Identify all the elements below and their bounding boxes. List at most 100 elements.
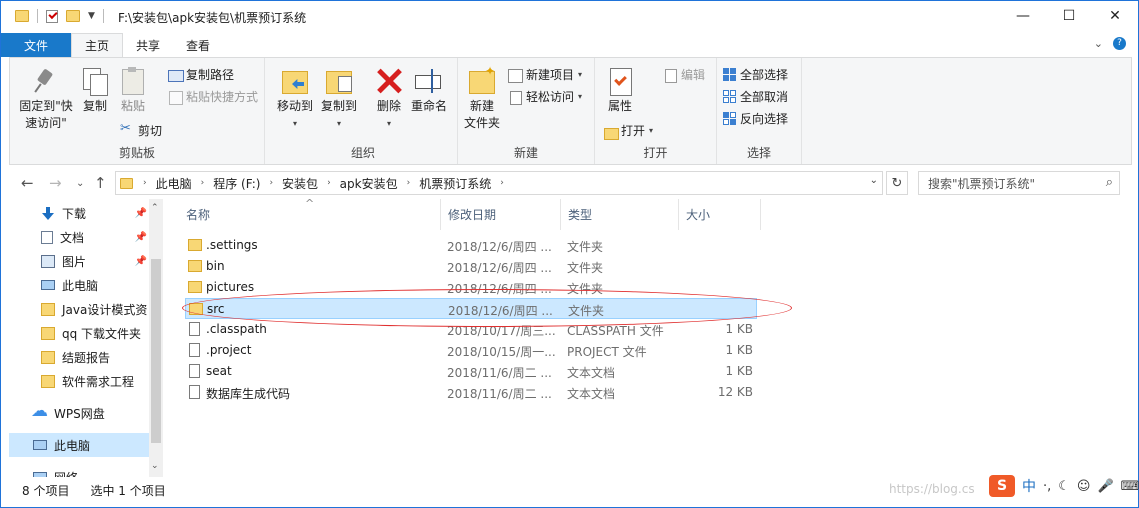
tab-file[interactable]: 文件 bbox=[1, 33, 71, 57]
chevron-right-icon[interactable]: › bbox=[407, 178, 411, 188]
edit-icon bbox=[663, 68, 677, 83]
search-icon: ⌕ bbox=[1105, 175, 1113, 190]
breadcrumb-this-pc[interactable]: 此电脑 bbox=[156, 175, 192, 192]
select-all-button[interactable]: 全部选择 bbox=[723, 66, 788, 83]
scroll-up-arrow-icon[interactable]: ⌃ bbox=[151, 203, 159, 213]
scrollbar-thumb[interactable] bbox=[151, 259, 161, 443]
organize-group-label: 组织 bbox=[350, 146, 375, 160]
help-icon[interactable]: ? bbox=[1113, 37, 1126, 50]
open-button[interactable]: 打开 ▾ bbox=[603, 122, 653, 140]
item-count: 8 个项目 bbox=[22, 483, 70, 498]
new-folder-quick-icon[interactable] bbox=[66, 10, 80, 22]
microphone-icon[interactable]: 🎤 bbox=[1097, 479, 1113, 494]
back-arrow-icon[interactable]: ← bbox=[21, 174, 34, 192]
nav-item-wps-drive[interactable]: WPS网盘 bbox=[9, 401, 149, 425]
ribbon-collapse-chevron-icon[interactable]: ⌄ bbox=[1094, 37, 1103, 50]
copy-button[interactable]: 复制 bbox=[78, 66, 112, 115]
pin-quick-access-button[interactable]: 固定到"快速访问" bbox=[16, 66, 76, 132]
properties-quick-icon[interactable] bbox=[46, 9, 58, 23]
table-row[interactable]: bin 2018/12/6/周四 ... 文件夹 bbox=[185, 256, 757, 277]
address-bar[interactable]: › 此电脑 › 程序 (F:) › 安装包 › apk安装包 › 机票预订系统 … bbox=[115, 171, 883, 195]
document-icon bbox=[41, 230, 53, 244]
sogou-logo-icon[interactable]: S bbox=[989, 475, 1015, 497]
pin-icon[interactable]: 📌 bbox=[135, 232, 147, 243]
easy-access-button[interactable]: 轻松访问 ▾ bbox=[508, 88, 582, 105]
select-none-button[interactable]: 全部取消 bbox=[723, 88, 788, 105]
moon-icon[interactable]: ☾ bbox=[1058, 479, 1070, 494]
select-group-label: 选择 bbox=[746, 146, 771, 160]
navigation-pane: 下载 📌 文档 📌 图片 📌 此电脑 Java设计模式资 qq 下载文件夹 结题… bbox=[9, 199, 161, 477]
nav-item-downloads[interactable]: 下载 📌 bbox=[9, 201, 149, 225]
ribbon-tabs: 文件 主页 共享 查看 bbox=[1, 33, 1138, 57]
recent-locations-chevron-icon[interactable]: ⌄ bbox=[76, 178, 84, 189]
properties-button[interactable]: 属性 bbox=[603, 66, 637, 115]
column-header-size[interactable]: 大小 bbox=[679, 199, 761, 230]
rename-button[interactable]: 重命名 bbox=[409, 66, 449, 115]
punctuation-icon[interactable]: ·, bbox=[1043, 479, 1051, 494]
refresh-icon: ↻ bbox=[891, 175, 903, 191]
delete-button[interactable]: 删除 ▾ bbox=[373, 66, 405, 132]
invert-selection-button[interactable]: 反向选择 bbox=[723, 110, 788, 127]
nav-item-java-patterns[interactable]: Java设计模式资 bbox=[9, 297, 149, 321]
new-item-button[interactable]: 新建项目 ▾ bbox=[508, 66, 582, 83]
tab-share[interactable]: 共享 bbox=[123, 33, 173, 57]
open-group-label: 打开 bbox=[643, 146, 668, 160]
nav-pane-scrollbar[interactable]: ⌃ ⌄ bbox=[149, 199, 163, 477]
copy-path-icon bbox=[168, 68, 184, 82]
nav-item-this-pc-quick[interactable]: 此电脑 bbox=[9, 273, 149, 297]
folder-icon bbox=[188, 239, 202, 251]
table-row[interactable]: seat 2018/11/6/周二 ... 文本文档 1 KB bbox=[185, 361, 757, 382]
cloud-icon bbox=[31, 401, 48, 421]
select-all-icon bbox=[723, 68, 736, 81]
nav-item-pictures[interactable]: 图片 📌 bbox=[9, 249, 149, 273]
edit-button[interactable]: 编辑 bbox=[663, 66, 705, 83]
copy-path-button[interactable]: 复制路径 bbox=[168, 66, 234, 83]
nav-item-final-report[interactable]: 结题报告 bbox=[9, 345, 149, 369]
nav-item-requirements[interactable]: 软件需求工程 bbox=[9, 369, 149, 393]
search-input[interactable]: 搜索"机票预订系统" ⌕ bbox=[918, 171, 1120, 195]
refresh-button[interactable]: ↻ bbox=[886, 171, 908, 195]
emoji-icon[interactable]: ☺ bbox=[1077, 479, 1091, 494]
column-header-name[interactable]: 名称 bbox=[179, 199, 441, 230]
breadcrumb-ticket-system[interactable]: 机票预订系统 bbox=[419, 175, 491, 192]
pin-icon[interactable]: 📌 bbox=[135, 208, 147, 219]
breadcrumb-apk-installers[interactable]: apk安装包 bbox=[340, 175, 398, 192]
paste-button[interactable]: 粘贴 bbox=[116, 66, 150, 115]
nav-item-this-pc[interactable]: 此电脑 bbox=[9, 433, 149, 457]
up-arrow-icon[interactable]: ↑ bbox=[94, 174, 107, 192]
copy-to-button[interactable]: 复制到 ▾ bbox=[319, 66, 359, 132]
chevron-right-icon[interactable]: › bbox=[327, 178, 331, 188]
address-history-chevron-icon[interactable]: ⌄ bbox=[870, 175, 878, 186]
chevron-right-icon[interactable]: › bbox=[201, 178, 205, 188]
move-to-button[interactable]: 移动到 ▾ bbox=[275, 66, 315, 132]
column-header-date[interactable]: 修改日期 bbox=[441, 199, 561, 230]
tab-home[interactable]: 主页 bbox=[71, 33, 124, 57]
chevron-right-icon[interactable]: › bbox=[269, 178, 273, 188]
pin-icon[interactable]: 📌 bbox=[135, 256, 147, 267]
table-row[interactable]: .settings 2018/12/6/周四 ... 文件夹 bbox=[185, 235, 757, 256]
table-row[interactable]: 数据库生成代码 2018/11/6/周二 ... 文本文档 12 KB bbox=[185, 382, 757, 403]
nav-item-network[interactable]: 网络 bbox=[9, 465, 149, 477]
forward-arrow-icon[interactable]: → bbox=[49, 174, 62, 192]
table-row[interactable]: .project 2018/10/15/周一... PROJECT 文件 1 K… bbox=[185, 340, 757, 361]
chevron-right-icon[interactable]: › bbox=[143, 178, 147, 188]
breadcrumb-installers[interactable]: 安装包 bbox=[282, 175, 318, 192]
paste-shortcut-button[interactable]: 粘贴快捷方式 bbox=[168, 88, 258, 105]
customize-toolbar-chevron-icon[interactable]: ▼ bbox=[88, 11, 95, 21]
chevron-right-icon[interactable]: › bbox=[500, 178, 504, 188]
new-folder-button[interactable]: 新建 文件夹 bbox=[462, 63, 502, 132]
copy-icon bbox=[80, 66, 110, 96]
nav-item-documents[interactable]: 文档 📌 bbox=[9, 225, 149, 249]
scroll-down-arrow-icon[interactable]: ⌄ bbox=[151, 461, 159, 471]
cut-button[interactable]: 剪切 bbox=[120, 121, 162, 139]
breadcrumb-drive-f[interactable]: 程序 (F:) bbox=[213, 175, 260, 192]
nav-item-qq-downloads[interactable]: qq 下载文件夹 bbox=[9, 321, 149, 345]
move-to-icon bbox=[280, 66, 310, 96]
minimize-button[interactable]: — bbox=[1000, 1, 1046, 31]
maximize-button[interactable]: ☐ bbox=[1046, 1, 1092, 31]
close-button[interactable]: ✕ bbox=[1092, 1, 1138, 31]
column-header-type[interactable]: 类型 bbox=[561, 199, 679, 230]
keyboard-icon[interactable]: ⌨ bbox=[1121, 479, 1139, 494]
tab-view[interactable]: 查看 bbox=[173, 33, 223, 57]
ime-language[interactable]: 中 bbox=[1022, 476, 1036, 496]
